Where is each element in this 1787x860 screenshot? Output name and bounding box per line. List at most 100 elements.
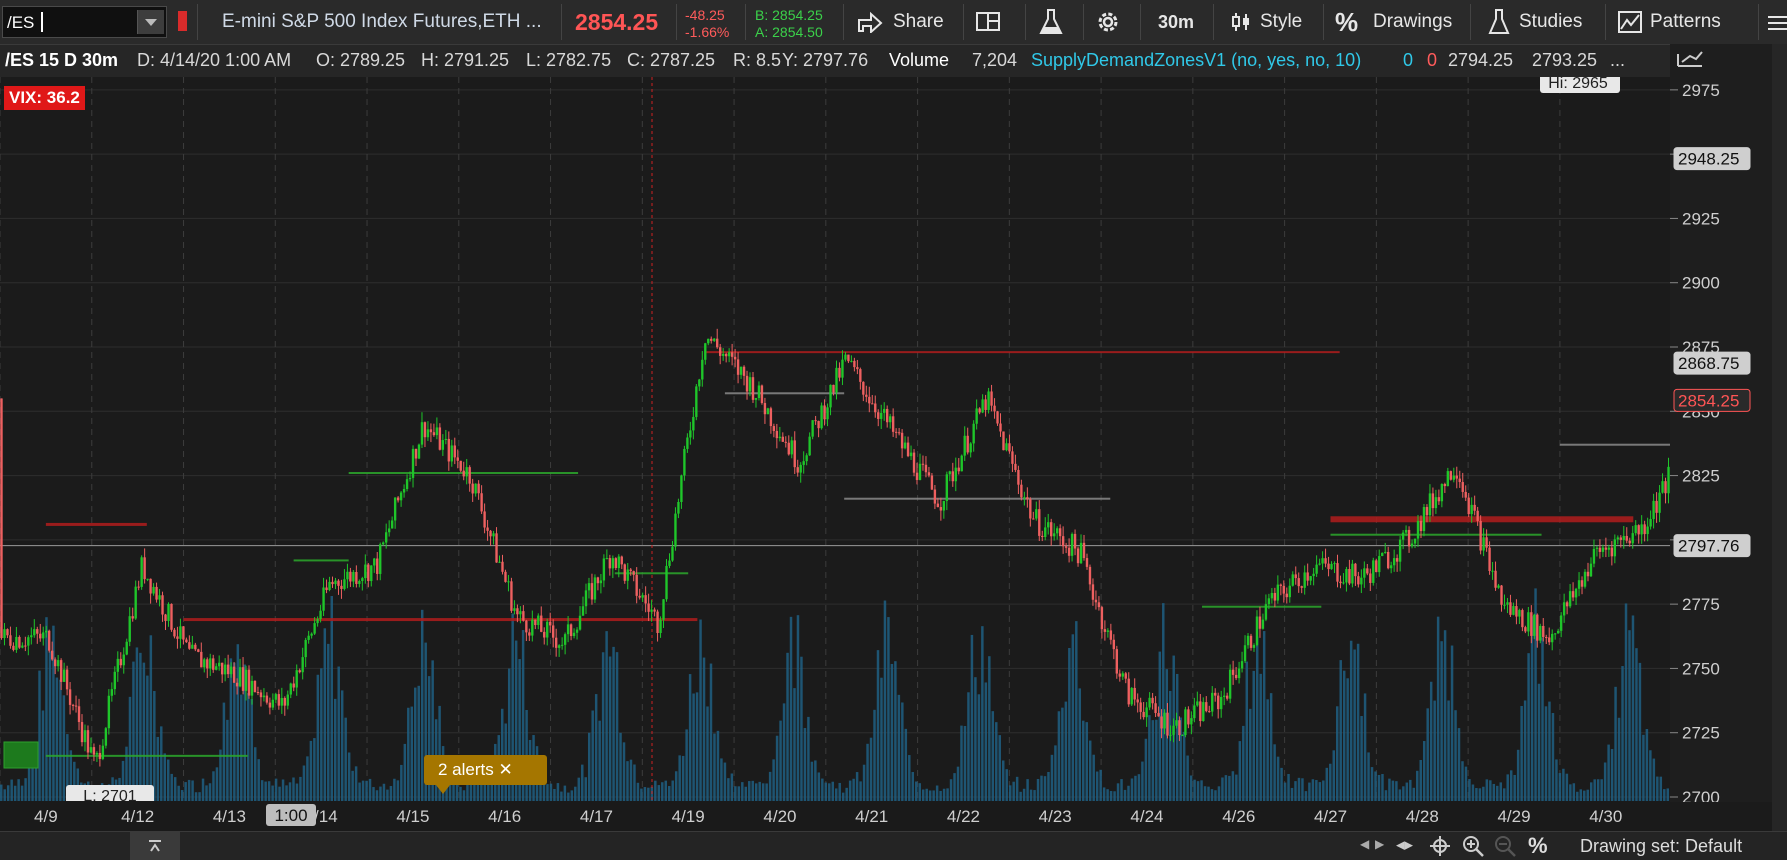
candle-body: [1145, 707, 1148, 718]
volume-bar: [925, 788, 928, 801]
time-axis[interactable]: 4/9 4/12 4/13 4/14 4/15 4/16 4/17 4/19 4/20 4/21 4…: [0, 801, 1670, 831]
candle-body: [662, 599, 665, 620]
volume-bar: [1308, 782, 1311, 801]
candle-body: [21, 645, 24, 648]
candle-body: [477, 483, 480, 494]
candle-body: [1115, 649, 1119, 674]
volume-bar: [240, 694, 243, 801]
gear-icon: [1098, 12, 1118, 32]
volume-bar: [1242, 725, 1245, 801]
candle-body: [259, 692, 263, 698]
volume-bar: [570, 790, 574, 801]
neutral-zone: [1559, 443, 1670, 446]
volume-bar: [695, 692, 699, 801]
date-tick-label: 4/16: [488, 807, 521, 826]
candle-body: [1389, 565, 1393, 569]
candle-body: [337, 580, 340, 586]
candle-body: [1622, 535, 1625, 540]
candle-body: [954, 467, 957, 482]
volume-bar: [233, 662, 236, 801]
candle-body: [426, 429, 430, 438]
zoom-out-icon[interactable]: [1494, 835, 1516, 857]
chart-settings-button[interactable]: [1095, 9, 1123, 37]
flexible-grid-button[interactable]: [975, 10, 1005, 34]
candle-body: [1103, 629, 1107, 632]
expand-panel-button[interactable]: [130, 832, 180, 860]
candle-body: [1333, 563, 1336, 565]
alerts-badge[interactable]: 2 alerts ✕: [424, 755, 547, 794]
scroll-left-icon[interactable]: ◀: [1360, 837, 1369, 851]
candle-body: [665, 565, 668, 600]
candle-body: [161, 595, 164, 615]
candle-body: [420, 422, 424, 445]
volume-bar: [1475, 788, 1478, 801]
more-values[interactable]: ...: [1610, 50, 1625, 71]
volume-bar: [417, 685, 420, 801]
thinkback-button[interactable]: [1038, 8, 1066, 36]
candle-body: [1381, 552, 1384, 557]
volume-bar: [1621, 666, 1624, 801]
candle-body: [611, 558, 615, 569]
candle-body: [1524, 627, 1527, 632]
candle-body: [1616, 537, 1620, 540]
candle-body: [98, 752, 102, 759]
volume-bar: [720, 758, 723, 801]
volume-bar: [1645, 728, 1649, 801]
drawings-menu[interactable]: % Drawings: [1335, 0, 1460, 44]
candle-body: [796, 467, 799, 473]
volume-value: 7,204: [972, 50, 1018, 70]
toolbar-divider: [197, 4, 198, 40]
candle-body: [880, 412, 883, 419]
percent-icon[interactable]: %: [1528, 833, 1548, 859]
candle-body: [65, 669, 69, 690]
candle-body: [68, 689, 72, 705]
candle-body: [554, 637, 558, 648]
price-axis[interactable]: 2700272527502775280028252850287529002925…: [1670, 44, 1787, 802]
candle-body: [1378, 556, 1381, 573]
symbol-input[interactable]: /ES: [2, 6, 167, 38]
zoom-in-icon[interactable]: [1462, 835, 1484, 857]
candle-body: [832, 384, 835, 393]
candle-body: [265, 695, 269, 703]
candle-body: [453, 445, 456, 458]
right-side-panel[interactable]: [1772, 44, 1787, 831]
volume-bar: [160, 726, 163, 801]
candle-body: [608, 558, 612, 569]
volume-bar: [260, 780, 264, 801]
style-menu[interactable]: Style: [1228, 0, 1318, 44]
volume-bar: [831, 781, 834, 801]
candle-body: [244, 669, 248, 691]
study-name[interactable]: SupplyDemandZonesV1 (no, yes, no, 10): [1031, 50, 1361, 71]
candle-body: [253, 680, 257, 692]
expand-time-icon[interactable]: ◂▸: [1396, 835, 1413, 855]
candle-body: [969, 443, 972, 453]
link-color-tag[interactable]: [178, 11, 187, 31]
instrument-description[interactable]: E-mini S&P 500 Index Futures,ETH ...: [222, 0, 542, 44]
drawing-set-selector[interactable]: Drawing set: Default: [1580, 836, 1742, 857]
volume-bar: [6, 785, 10, 801]
volume-bar: [1273, 744, 1276, 801]
share-button[interactable]: Share: [853, 0, 963, 44]
neutral-zone: [844, 497, 1111, 500]
scroll-right-icon[interactable]: ▶: [1375, 837, 1384, 851]
volume-bar: [915, 781, 918, 801]
crosshair-icon[interactable]: [1430, 836, 1450, 856]
candle-body: [1395, 558, 1399, 562]
patterns-menu[interactable]: Patterns: [1618, 0, 1748, 44]
candle-body: [1336, 563, 1339, 582]
symbol-dropdown-button[interactable]: [137, 10, 164, 34]
candle-body: [1446, 471, 1450, 487]
candle-body: [1416, 520, 1420, 539]
price-chart[interactable]: Hi: 2965 L: 2701: [0, 77, 1670, 801]
menu-button[interactable]: [1768, 14, 1787, 32]
volume-bar: [1572, 783, 1576, 801]
timeframe-selector[interactable]: 30m: [1158, 0, 1194, 44]
candle-body: [1562, 602, 1566, 616]
axis-zoom-icon[interactable]: [1677, 51, 1703, 67]
volume-bar: [1318, 782, 1322, 801]
candle-body: [486, 527, 489, 531]
studies-menu[interactable]: Studies: [1488, 0, 1598, 44]
candle-body: [140, 557, 143, 587]
toolbar-divider: [745, 4, 746, 40]
volume-bar: [1106, 789, 1109, 801]
